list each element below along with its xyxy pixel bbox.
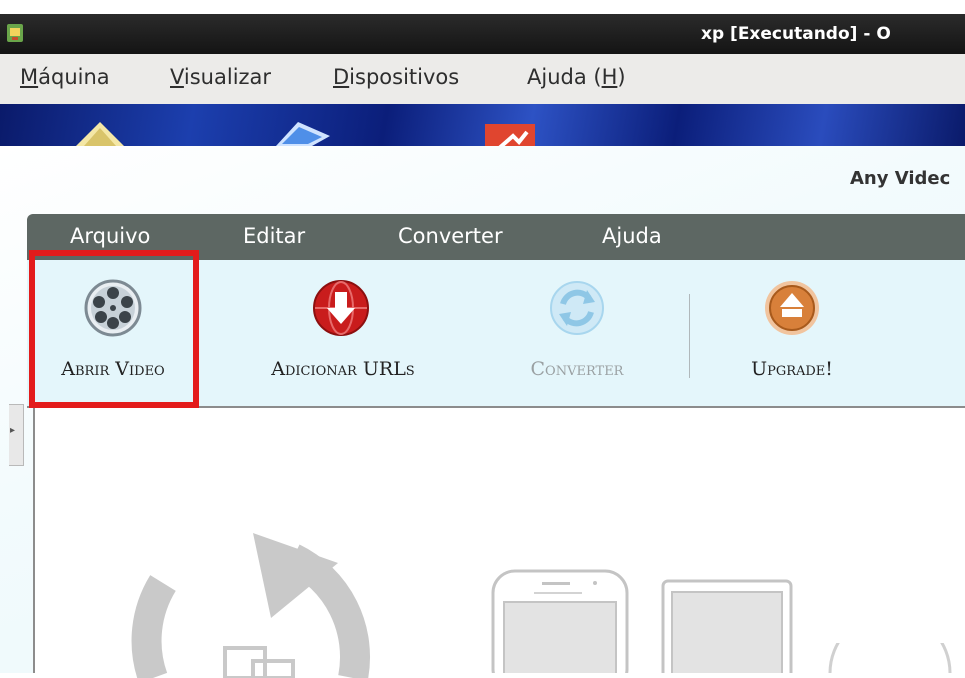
disc-illustration-icon — [828, 643, 952, 673]
host-menubar: Máquina Visualizar Dispositivos Ajuda (H… — [0, 54, 965, 105]
add-urls-button[interactable]: Adicionar URLs — [227, 260, 459, 406]
upgrade-arrow-icon — [765, 281, 819, 335]
xp-desktop-strip — [0, 104, 965, 146]
add-urls-label: Adicionar URLs — [271, 358, 415, 380]
upgrade-button[interactable]: Upgrade! — [717, 260, 867, 406]
monitor-icon[interactable] — [272, 118, 336, 146]
menu-ajuda[interactable]: Ajuda (H) — [527, 65, 626, 89]
envelope-icon[interactable] — [72, 118, 128, 146]
phone-illustration-icon — [491, 569, 629, 673]
convert-button[interactable]: Converter — [495, 260, 659, 406]
convert-arrows-icon — [550, 281, 604, 335]
app-menu-editar[interactable]: Editar — [243, 224, 305, 248]
tablet-illustration-icon — [661, 579, 793, 673]
upgrade-label: Upgrade! — [751, 358, 833, 380]
menu-maquina[interactable]: Máquina — [20, 65, 110, 89]
side-panel-toggle[interactable]: ▸ — [9, 404, 24, 466]
video-list-area[interactable] — [35, 408, 965, 678]
menu-dispositivos[interactable]: Dispositivos — [333, 65, 459, 89]
menu-visualizar[interactable]: Visualizar — [170, 65, 271, 89]
convert-illustration-icon — [131, 533, 370, 678]
chevron-right-icon: ▸ — [10, 425, 16, 436]
convert-label: Converter — [530, 358, 624, 380]
content-left-border — [33, 406, 35, 673]
app-menu-ajuda[interactable]: Ajuda — [602, 224, 662, 248]
virtualbox-icon — [7, 24, 23, 42]
app-menu-converter[interactable]: Converter — [398, 224, 503, 248]
annotation-highlight-box — [29, 250, 199, 408]
app-menu-arquivo[interactable]: Arquivo — [70, 224, 150, 248]
red-app-icon[interactable] — [483, 118, 539, 146]
window-title: xp [Executando] - O — [701, 24, 891, 44]
any-video-converter-window: Any Videc Arquivo Editar Converter Ajuda… — [0, 146, 965, 678]
download-globe-icon — [313, 280, 369, 336]
app-title: Any Videc — [850, 168, 951, 189]
window-title-bar: xp [Executando] - O — [0, 14, 965, 54]
toolbar-separator — [689, 294, 690, 378]
